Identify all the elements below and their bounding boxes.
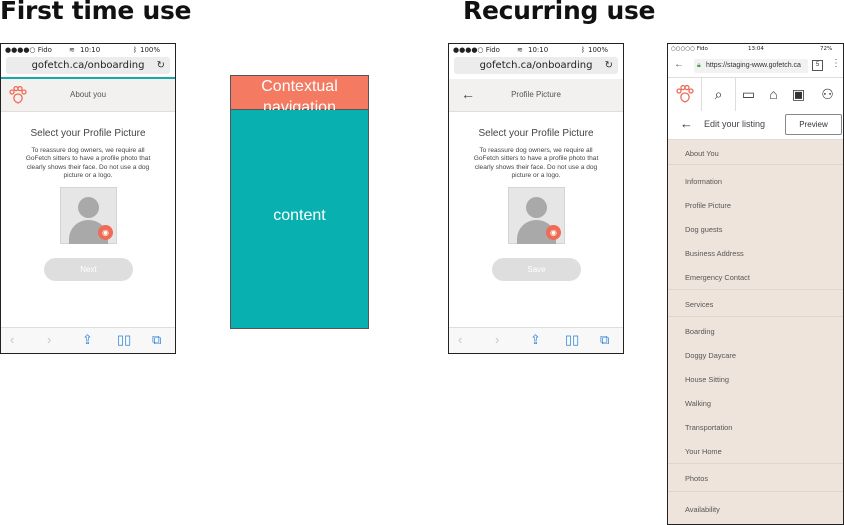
menu-item-services[interactable]: Services <box>685 300 713 309</box>
url-text: gofetch.ca/onboarding <box>31 60 145 71</box>
back-arrow-icon[interactable]: ← <box>680 116 693 131</box>
app-header: ← Profile Picture <box>449 79 623 112</box>
browser-toolbar: ‹ › ⇪ ▯▯ ⧉ <box>1 327 175 353</box>
camera-icon[interactable]: ◉ <box>98 225 113 240</box>
menu-item-about-you[interactable]: About You <box>685 149 719 158</box>
tabs-icon[interactable]: ⧉ <box>152 332 161 348</box>
menu-item-house-sitting[interactable]: House Sitting <box>685 375 729 384</box>
divider <box>668 289 843 290</box>
menu-item-business-address[interactable]: Business Address <box>685 249 744 258</box>
user-icon[interactable]: ⚇ <box>811 78 843 111</box>
reload-icon[interactable]: ↻ <box>157 57 165 74</box>
page-title: Select your Profile Picture <box>478 128 594 139</box>
menu-item-information[interactable]: Information <box>685 177 722 186</box>
contextual-navigation-block: Contextual navigation <box>230 75 369 116</box>
icon-nav-bar: ⌕ ▭ ⌂ ▣ ⚇ <box>668 78 843 112</box>
forward-icon[interactable]: › <box>47 332 51 347</box>
back-icon[interactable]: ‹ <box>10 332 14 347</box>
tab-count-button[interactable]: 5 <box>812 60 823 71</box>
tabs-icon[interactable]: ⧉ <box>600 332 609 348</box>
menu-item-emergency-contact[interactable]: Emergency Contact <box>685 273 750 282</box>
app-title: Profile Picture <box>511 90 561 99</box>
bluetooth-icon: ᛒ <box>133 46 138 54</box>
preview-button[interactable]: Preview <box>785 114 842 135</box>
lock-icon: 🔒︎ <box>697 62 701 69</box>
bookmarks-icon[interactable]: ▯▯ <box>565 332 579 348</box>
app-title: About you <box>69 90 107 99</box>
clock-label: 10:10 <box>80 46 101 54</box>
battery-label: 100% <box>140 46 161 54</box>
status-bar: ●●●●○ Fido ≋ 10:10 ᛒ 100% <box>1 44 175 56</box>
divider <box>668 164 843 165</box>
menu-item-photos[interactable]: Photos <box>685 474 708 483</box>
bluetooth-icon: ᛒ <box>581 46 586 54</box>
menu-item-transportation[interactable]: Transportation <box>685 423 732 432</box>
browser-toolbar: ‹ › ⇪ ▯▯ ⧉ <box>449 327 623 353</box>
menu-item-walking[interactable]: Walking <box>685 399 711 408</box>
menu-item-doggy-daycare[interactable]: Doggy Daycare <box>685 351 736 360</box>
content-block: content <box>230 110 369 329</box>
avatar-head-icon <box>78 197 99 218</box>
carrier-label: ●●●●○ Fido <box>453 46 500 54</box>
phone-first-time: ●●●●○ Fido ≋ 10:10 ᛒ 100% gofetch.ca/onb… <box>0 43 176 354</box>
menu-item-availability[interactable]: Availability <box>685 505 720 514</box>
profile-picture-placeholder[interactable]: ◉ <box>60 187 117 244</box>
briefcase-icon[interactable]: ▣ <box>786 78 811 111</box>
chat-icon[interactable]: ▭ <box>736 78 761 111</box>
share-icon[interactable]: ⇪ <box>530 332 541 348</box>
home-icon[interactable]: ⌂ <box>761 78 786 111</box>
search-icon[interactable]: ⌕ <box>702 78 736 111</box>
divider <box>668 463 843 464</box>
share-icon[interactable]: ⇪ <box>82 332 93 348</box>
url-text: https://staging-www.gofetch.ca <box>706 62 801 69</box>
page-description: To reassure dog owners, we require all G… <box>25 147 151 180</box>
camera-icon[interactable]: ◉ <box>546 225 561 240</box>
battery-label: 72% <box>820 46 833 52</box>
heading-recurring-use: Recurring use <box>463 0 656 25</box>
paw-logo-icon[interactable] <box>668 78 702 111</box>
back-icon[interactable]: ← <box>674 59 684 70</box>
menu-item-dog-guests[interactable]: Dog guests <box>685 225 722 234</box>
clock-label: 13:04 <box>748 46 764 52</box>
url-bar[interactable]: gofetch.ca/onboarding ↻ <box>454 57 618 74</box>
url-field[interactable]: 🔒︎ https://staging-www.gofetch.ca <box>694 59 808 73</box>
edit-listing-header: ← Edit your listing Preview <box>668 111 843 140</box>
wifi-icon: ≋ <box>69 46 75 54</box>
heading-first-time-use: First time use <box>0 0 192 25</box>
carrier-label: ●●●●○ Fido <box>5 46 52 54</box>
wifi-icon: ≋ <box>517 46 523 54</box>
avatar-head-icon <box>526 197 547 218</box>
profile-picture-placeholder[interactable]: ◉ <box>508 187 565 244</box>
url-bar: ← 🔒︎ https://staging-www.gofetch.ca 5 ⋮ <box>668 55 843 78</box>
status-bar: ●●●●○ Fido ≋ 10:10 ᛒ 100% <box>449 44 623 56</box>
forward-icon[interactable]: › <box>495 332 499 347</box>
save-button[interactable]: Save <box>492 258 581 281</box>
battery-label: 100% <box>588 46 609 54</box>
edit-listing-label: Edit your listing <box>704 119 766 129</box>
divider <box>668 491 843 492</box>
divider <box>668 316 843 317</box>
menu-item-your-home[interactable]: Your Home <box>685 447 722 456</box>
phone-recurring: ●●●●○ Fido ≋ 10:10 ᛒ 100% gofetch.ca/onb… <box>448 43 624 354</box>
url-bar[interactable]: gofetch.ca/onboarding ↻ <box>6 57 170 74</box>
page-title: Select your Profile Picture <box>30 128 146 139</box>
url-text: gofetch.ca/onboarding <box>479 60 593 71</box>
next-button[interactable]: Next <box>44 258 133 281</box>
menu-item-profile-picture[interactable]: Profile Picture <box>685 201 731 210</box>
carrier-label: ○○○○○ Fido <box>671 46 708 52</box>
status-bar: ○○○○○ Fido 13:04 72% <box>668 44 843 55</box>
back-icon[interactable]: ‹ <box>458 332 462 347</box>
page-description: To reassure dog owners, we require all G… <box>473 147 599 180</box>
reload-icon[interactable]: ↻ <box>605 57 613 74</box>
menu-item-boarding[interactable]: Boarding <box>685 327 715 336</box>
app-header: About you <box>1 79 175 112</box>
content-label: content <box>273 207 326 224</box>
phone-edit-listing: ○○○○○ Fido 13:04 72% ← 🔒︎ https://stagin… <box>667 43 844 525</box>
clock-label: 10:10 <box>528 46 549 54</box>
paw-logo-svg <box>675 84 694 103</box>
bookmarks-icon[interactable]: ▯▯ <box>117 332 131 348</box>
more-menu-icon[interactable]: ⋮ <box>831 58 841 69</box>
